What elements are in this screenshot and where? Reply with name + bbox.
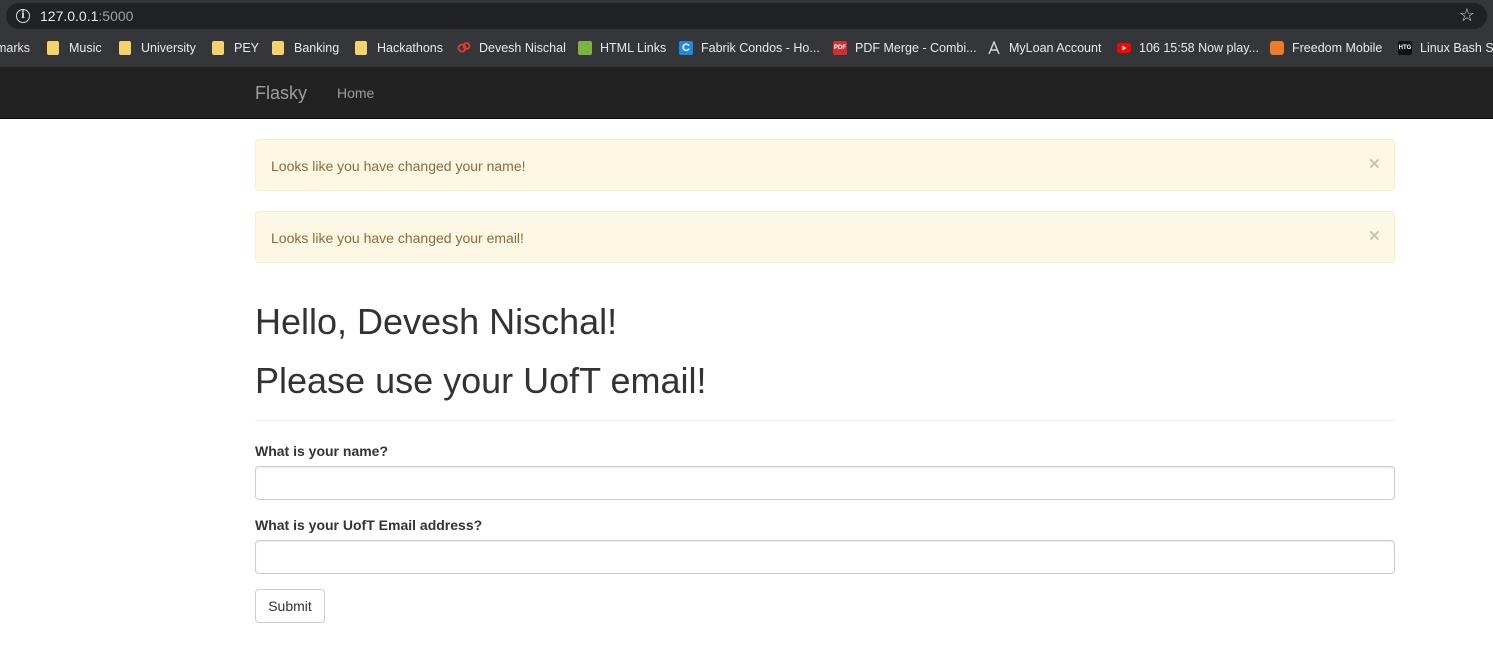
navbar-brand[interactable]: Flasky xyxy=(255,82,307,104)
folder-icon xyxy=(272,41,284,55)
bookmark-label: MyLoan Account xyxy=(1009,41,1102,55)
page-greeting: Hello, Devesh Nischal! xyxy=(255,301,618,342)
url-port: :5000 xyxy=(98,8,134,24)
uoft-email-heading: Please use your UofT email! xyxy=(255,360,707,401)
bookmark-label: PDF Merge - Combi... xyxy=(855,41,977,55)
email-input[interactable] xyxy=(255,540,1395,574)
freedom-mobile-icon xyxy=(1270,41,1284,55)
bookmark-label: Linux Bash Sh xyxy=(1420,41,1493,55)
alert-message: Looks like you have changed your name! xyxy=(271,158,526,174)
browser-chrome: i 127.0.0.1:5000 ☆ marks Music Universit… xyxy=(0,0,1493,67)
bookmark-label: HTML Links xyxy=(600,41,667,55)
url-text[interactable]: 127.0.0.1:5000 xyxy=(40,8,133,24)
submit-button[interactable]: Submit xyxy=(255,589,325,623)
myloan-icon xyxy=(988,41,1000,55)
info-icon[interactable]: i xyxy=(16,9,30,23)
bookmark-label: Devesh Nischal xyxy=(479,41,566,55)
youtube-icon xyxy=(1117,43,1131,53)
folder-icon xyxy=(212,41,224,55)
bookmark-star-icon[interactable]: ☆ xyxy=(1459,5,1475,25)
bookmark-label: Hackathons xyxy=(377,41,444,55)
flash-alert-email: Looks like you have changed your email! … xyxy=(255,211,1395,263)
close-icon[interactable]: × xyxy=(1369,227,1380,247)
bookmark-label: Fabrik Condos - Ho... xyxy=(701,41,820,55)
bookmark-label: marks xyxy=(0,41,31,55)
bookmarks-bar: marks Music University PEY Banking Hacka… xyxy=(0,34,1493,62)
bookmark-label: Freedom Mobile xyxy=(1292,41,1383,55)
html-links-icon xyxy=(578,41,592,55)
htg-icon: HTG xyxy=(1398,41,1412,55)
bookmark-label: 106 15:58 Now play... xyxy=(1139,41,1259,55)
navbar: Flasky Home xyxy=(0,67,1493,119)
bookmark-item-marks[interactable]: marks xyxy=(0,40,30,56)
folder-icon xyxy=(47,41,59,55)
bookmark-label: University xyxy=(141,41,196,55)
profile-site-icon xyxy=(457,42,471,53)
flash-alert-name: Looks like you have changed your name! × xyxy=(255,139,1395,191)
divider xyxy=(255,420,1395,421)
folder-icon xyxy=(355,41,367,55)
name-input[interactable] xyxy=(255,466,1395,500)
url-host: 127.0.0.1 xyxy=(40,8,99,24)
close-icon[interactable]: × xyxy=(1369,155,1380,175)
bookmark-label: PEY xyxy=(234,41,260,55)
email-label: What is your UofT Email address? xyxy=(255,517,483,533)
bookmark-label: Banking xyxy=(294,41,340,55)
name-label: What is your name? xyxy=(255,443,389,459)
address-bar[interactable]: i 127.0.0.1:5000 ☆ xyxy=(6,3,1487,29)
pdf-icon: PDF xyxy=(833,41,847,55)
folder-icon xyxy=(119,41,131,55)
bookmark-label: Music xyxy=(69,41,102,55)
fabrik-c-icon: C xyxy=(679,41,693,55)
alert-message: Looks like you have changed your email! xyxy=(271,230,524,246)
nav-link-home[interactable]: Home xyxy=(337,84,374,102)
